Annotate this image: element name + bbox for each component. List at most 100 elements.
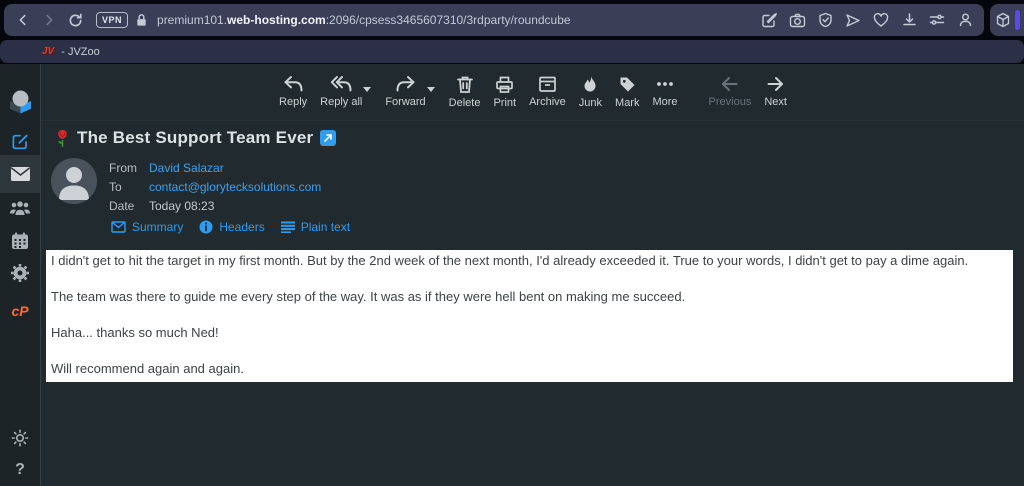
message-body[interactable]: I didn't get to hit the target in my fir…: [46, 250, 1013, 382]
edit-icon: [762, 12, 777, 28]
forward-button[interactable]: Forward: [385, 69, 435, 108]
reply-all-icon: [330, 76, 352, 92]
browser-action-icons: [760, 7, 974, 33]
contacts-icon: [10, 201, 30, 215]
extension-indicator[interactable]: [1015, 10, 1020, 30]
printer-icon: [496, 76, 514, 93]
back-button[interactable]: [10, 7, 36, 33]
tab-plain-text[interactable]: Plain text: [280, 220, 351, 234]
browser-tab-bar[interactable]: JV - JVZoo: [0, 40, 1024, 63]
roundcube-logo-icon: [9, 90, 31, 113]
next-label: Next: [764, 96, 787, 108]
tab-summary[interactable]: Summary: [111, 220, 183, 234]
camera-button[interactable]: [788, 7, 806, 33]
archive-label: Archive: [529, 96, 566, 108]
sidebar-item-mail[interactable]: [0, 155, 40, 193]
browser-url-bar: VPN premium101.web-hosting.com:2096/cpse…: [4, 4, 984, 36]
to-link[interactable]: contact@glorytecksolutions.com: [149, 180, 321, 194]
settings-sliders-button[interactable]: [928, 7, 946, 33]
cpanel-logo: cP: [11, 303, 29, 319]
url-prefix: premium101.: [157, 13, 228, 27]
arrow-left-icon: [722, 77, 738, 91]
help-icon: ?: [15, 461, 25, 478]
from-link[interactable]: David Salazar: [149, 161, 224, 175]
tag-icon: [620, 77, 635, 92]
delete-button[interactable]: Delete: [449, 69, 480, 109]
arrow-right-icon: [767, 77, 784, 91]
calendar-icon: [12, 232, 28, 249]
header-from-row: From David Salazar: [109, 161, 224, 175]
send-button[interactable]: [844, 7, 862, 33]
more-button[interactable]: More: [652, 69, 678, 108]
flame-icon: [584, 76, 596, 92]
subject-row: The Best Support Team Ever: [55, 128, 337, 148]
favorites-button[interactable]: [872, 7, 890, 33]
more-dots-icon: [657, 82, 673, 86]
reply-icon: [284, 76, 303, 92]
profile-button[interactable]: [956, 7, 974, 33]
next-button[interactable]: Next: [764, 69, 787, 108]
sidebar-item-help[interactable]: ?: [0, 453, 40, 486]
body-paragraph: Will recommend again and again.: [51, 361, 244, 376]
more-label: More: [652, 96, 678, 108]
reply-button[interactable]: Reply: [279, 69, 307, 108]
sidebar-item-compose[interactable]: [0, 124, 40, 158]
forward-mail-icon: [396, 76, 415, 92]
sidebar-item-cpanel[interactable]: cP: [0, 294, 40, 328]
jvzoo-favicon: JV: [42, 46, 55, 57]
extension-cube-icon[interactable]: [995, 12, 1011, 28]
downloads-button[interactable]: [900, 7, 918, 33]
mail-content: Reply Reply all Forward Delete Print Arc…: [40, 64, 1024, 486]
heart-icon: [873, 12, 889, 27]
reply-all-button[interactable]: Reply all: [320, 69, 372, 108]
edit-page-button[interactable]: [760, 7, 778, 33]
forward-button[interactable]: [36, 7, 62, 33]
sidebar-item-contacts[interactable]: [0, 191, 40, 225]
open-in-new-window-button[interactable]: [320, 130, 337, 146]
vpn-badge[interactable]: VPN: [96, 12, 129, 28]
url-text[interactable]: premium101.web-hosting.com:2096/cpsess34…: [157, 13, 760, 27]
mark-button[interactable]: Mark: [615, 69, 639, 109]
sidebar-item-settings[interactable]: [0, 256, 40, 290]
body-paragraph: The team was there to guide me every ste…: [51, 289, 686, 304]
mark-label: Mark: [615, 97, 640, 109]
archive-button[interactable]: Archive: [529, 69, 566, 108]
message-toolbar: Reply Reply all Forward Delete Print Arc…: [41, 69, 1024, 121]
tab-title: - JVZoo: [61, 45, 100, 58]
roundcube-logo[interactable]: [0, 82, 40, 120]
tab-plain-text-label: Plain text: [300, 220, 351, 234]
date-value: Today 08:23: [149, 199, 215, 213]
camera-icon: [789, 13, 805, 27]
forward-label: Forward: [385, 96, 426, 108]
reply-all-caret-icon[interactable]: [363, 87, 372, 92]
tab-summary-label: Summary: [132, 220, 184, 234]
url-domain: web-hosting.com: [227, 13, 326, 27]
send-icon: [846, 13, 860, 27]
print-button[interactable]: Print: [493, 69, 516, 109]
reply-all-label: Reply all: [320, 96, 363, 108]
sidebar-item-theme[interactable]: [0, 421, 40, 455]
body-paragraph: Haha... thanks so much Ned!: [51, 325, 219, 340]
gear-icon: [11, 264, 29, 282]
previous-button[interactable]: Previous: [709, 69, 751, 108]
roundcube-app: cP ? Reply Reply all Forward Delete Prin…: [0, 64, 1024, 486]
from-label: From: [109, 161, 137, 175]
forward-caret-icon[interactable]: [426, 87, 435, 92]
url-suffix: :2096/cpsess3465607310/3rdparty/roundcub…: [325, 13, 571, 27]
forward-icon: [46, 14, 53, 26]
download-icon: [902, 13, 916, 26]
shield-button[interactable]: [816, 7, 834, 33]
tab-headers-label: Headers: [219, 220, 265, 234]
person-icon: [959, 13, 971, 27]
reply-label: Reply: [279, 96, 308, 108]
junk-button[interactable]: Junk: [579, 69, 602, 109]
tab-headers[interactable]: Headers: [199, 220, 265, 234]
browser-extension-area: [990, 4, 1024, 36]
app-sidebar: cP ?: [0, 64, 40, 486]
junk-label: Junk: [578, 97, 603, 109]
sidebar-item-calendar[interactable]: [0, 224, 40, 258]
sun-icon: [11, 429, 29, 447]
message-subject: The Best Support Team Ever: [77, 128, 314, 147]
reload-button[interactable]: [62, 7, 88, 33]
back-icon: [19, 14, 26, 26]
